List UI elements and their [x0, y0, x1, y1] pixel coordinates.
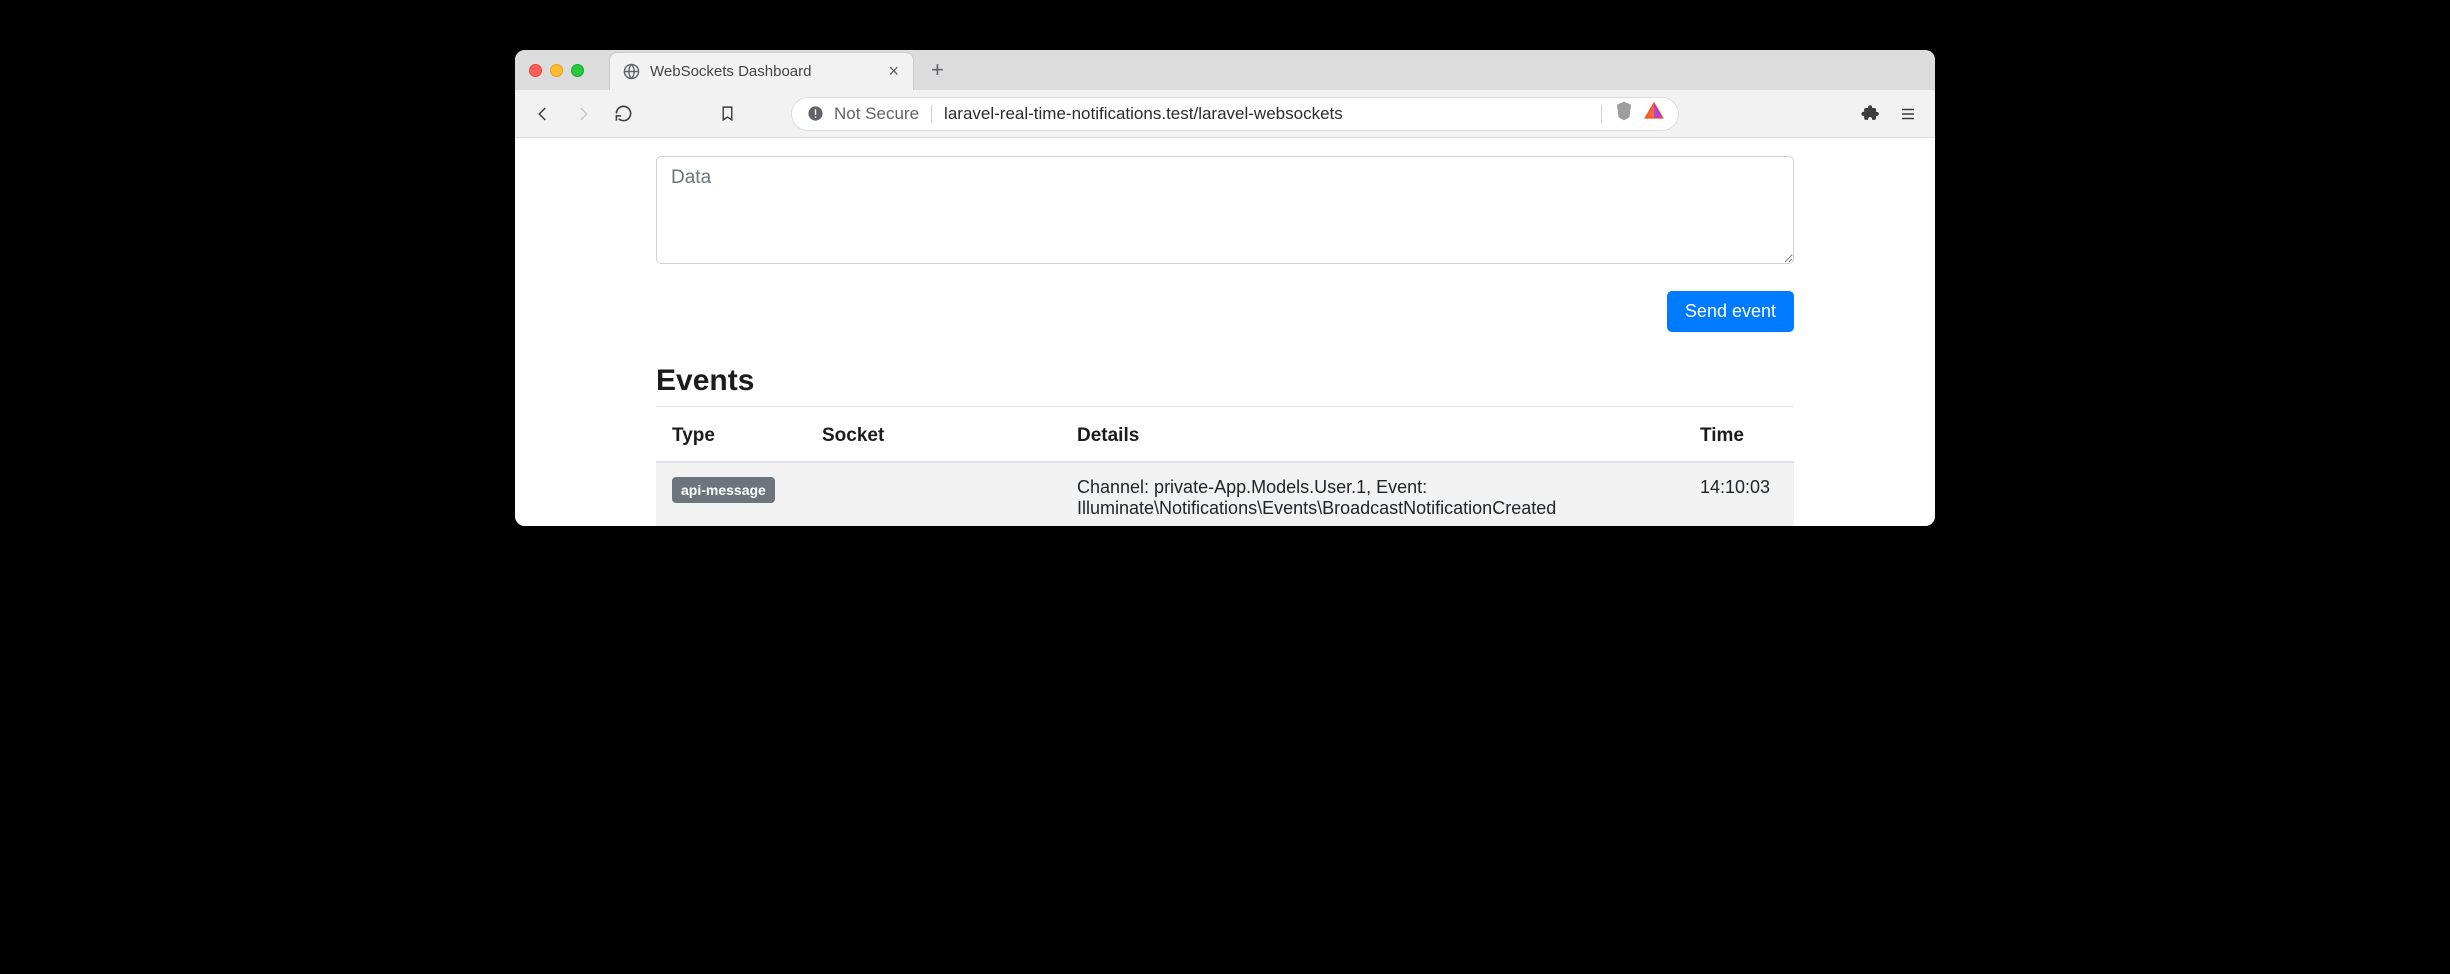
security-status: Not Secure: [834, 104, 919, 124]
event-socket-cell: [806, 462, 1061, 526]
new-tab-button[interactable]: +: [921, 50, 954, 90]
event-type-badge: api-message: [672, 477, 775, 503]
col-header-socket: Socket: [806, 411, 1061, 462]
close-tab-button[interactable]: ×: [884, 61, 903, 82]
table-row: api-message Channel: private-App.Models.…: [656, 462, 1794, 526]
brave-shield-icon[interactable]: [1614, 100, 1634, 127]
hamburger-menu-icon[interactable]: [1893, 99, 1923, 129]
close-window-button[interactable]: [529, 64, 542, 77]
data-textarea[interactable]: [656, 156, 1794, 264]
events-table: Type Socket Details Time api-message Cha…: [656, 411, 1794, 526]
col-header-type: Type: [656, 411, 806, 462]
not-secure-icon: [806, 105, 824, 123]
minimize-window-button[interactable]: [550, 64, 563, 77]
forward-button[interactable]: [567, 98, 599, 130]
event-time-cell: 14:10:03: [1684, 462, 1794, 526]
back-button[interactable]: [527, 98, 559, 130]
divider: [931, 105, 932, 123]
extensions-icon[interactable]: [1855, 99, 1885, 129]
url-text: laravel-real-time-notifications.test/lar…: [944, 104, 1589, 124]
events-heading: Events: [656, 364, 1794, 407]
send-event-button[interactable]: Send event: [1667, 291, 1794, 332]
button-row: Send event: [656, 291, 1794, 332]
col-header-details: Details: [1061, 411, 1684, 462]
globe-icon: [622, 63, 640, 81]
page-content: Send event Events Type Socket Details Ti…: [515, 138, 1935, 526]
titlebar: WebSockets Dashboard × +: [515, 50, 1935, 90]
browser-window: WebSockets Dashboard × + Not Secure lara…: [515, 50, 1935, 526]
brave-rewards-icon[interactable]: [1644, 101, 1664, 126]
browser-toolbar: Not Secure laravel-real-time-notificatio…: [515, 90, 1935, 138]
address-bar[interactable]: Not Secure laravel-real-time-notificatio…: [791, 97, 1679, 131]
reload-button[interactable]: [607, 98, 639, 130]
col-header-time: Time: [1684, 411, 1794, 462]
maximize-window-button[interactable]: [571, 64, 584, 77]
divider: [1601, 105, 1602, 123]
bookmark-icon[interactable]: [711, 98, 743, 130]
table-header-row: Type Socket Details Time: [656, 411, 1794, 462]
window-controls: [515, 50, 598, 90]
browser-tab[interactable]: WebSockets Dashboard ×: [609, 52, 914, 90]
tab-title: WebSockets Dashboard: [650, 63, 874, 80]
event-details-cell: Channel: private-App.Models.User.1, Even…: [1061, 462, 1684, 526]
